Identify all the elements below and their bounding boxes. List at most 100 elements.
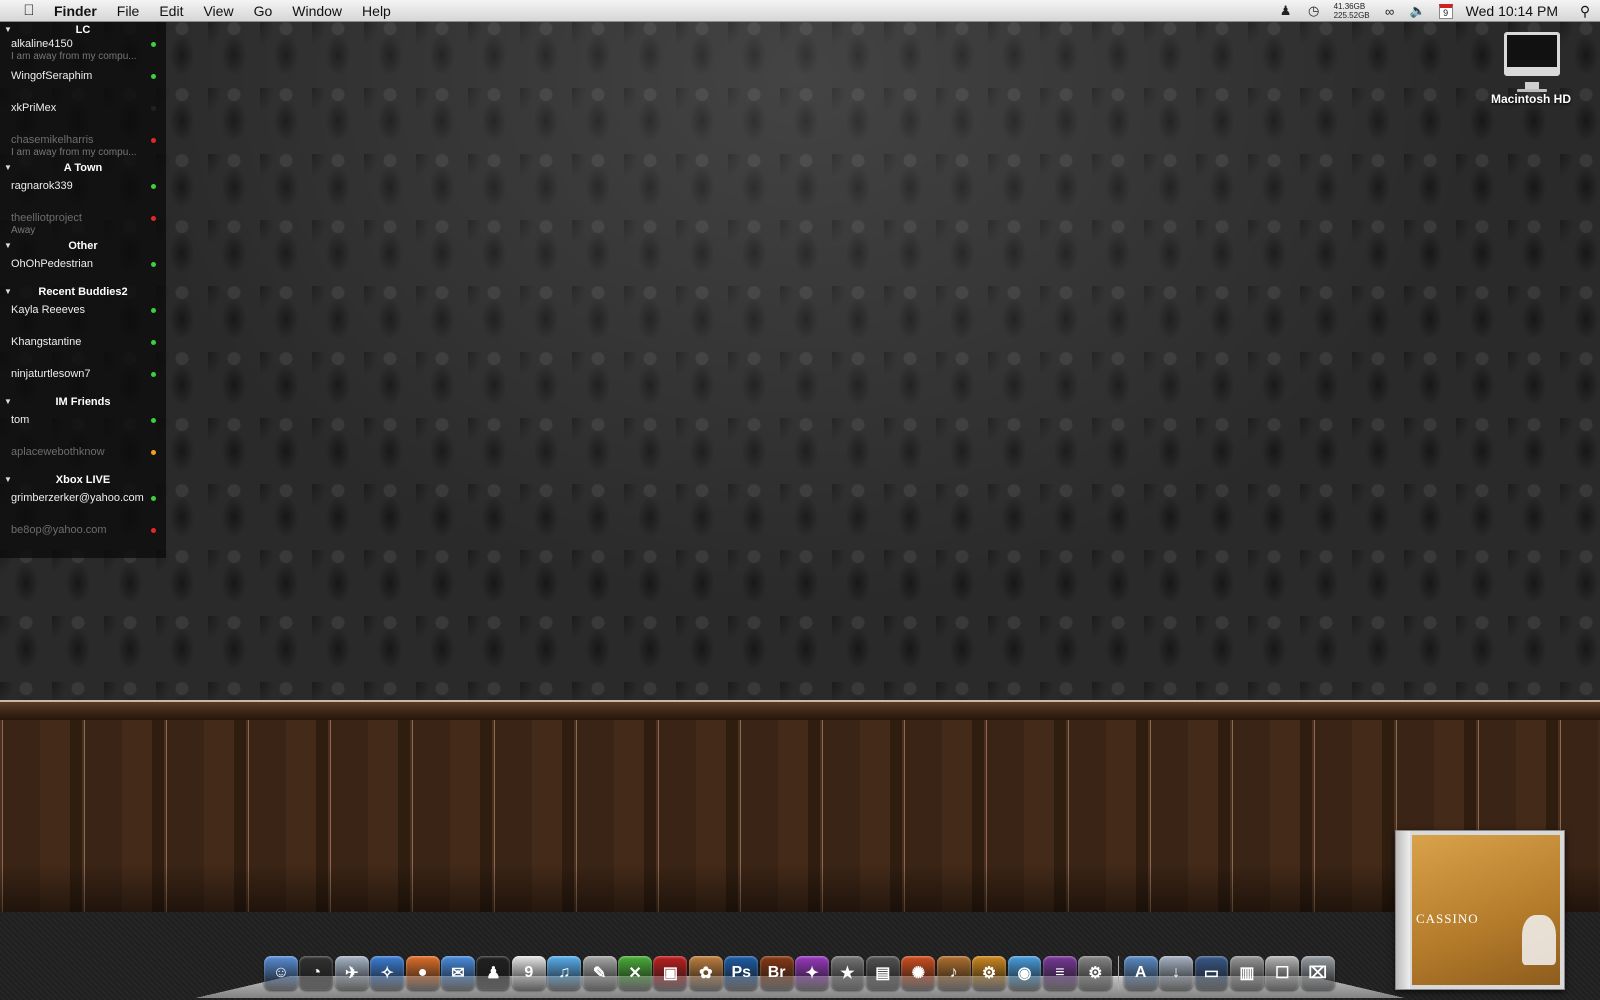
disclosure-triangle-icon[interactable]: ▼	[4, 160, 12, 176]
menu-finder[interactable]: Finder	[44, 0, 107, 22]
firefox-icon[interactable]: ●	[405, 956, 440, 990]
menu-edit[interactable]: Edit	[149, 0, 193, 22]
clapper-icon[interactable]: ▤	[865, 956, 900, 990]
finder-icon[interactable]: ☺	[264, 956, 298, 990]
disclosure-triangle-icon[interactable]: ▼	[4, 238, 12, 254]
buddy-name: theelliotproject	[11, 212, 82, 224]
ichat-glyph: ✉	[451, 965, 465, 982]
hard-drive-icon[interactable]: ▭	[1194, 956, 1229, 990]
garageband-glyph: ♪	[949, 964, 958, 981]
wallpaper-damask	[0, 22, 1600, 702]
buddy-name: OhOhPedestrian	[11, 258, 93, 270]
printer-icon[interactable]: ▥	[1229, 956, 1264, 990]
iphoto-icon[interactable]: ✿	[688, 956, 723, 990]
dashboard-icon[interactable]: ◔	[299, 956, 334, 990]
status-dot-icon	[151, 106, 156, 111]
network-icon[interactable]: ◉	[1007, 956, 1042, 990]
bridge-glyph: Br	[767, 964, 786, 981]
ubuntu-icon[interactable]: ✺	[901, 956, 936, 990]
status-dot-icon	[151, 496, 156, 501]
documents-icon[interactable]: ☐	[1265, 956, 1300, 990]
system-preferences-icon[interactable]: ⚙	[1078, 956, 1113, 990]
firefox-glyph: ●	[417, 964, 428, 981]
ichat-icon[interactable]: ✉	[441, 956, 475, 990]
album-art-widget[interactable]: CASSINO	[1395, 830, 1565, 990]
photobooth-icon[interactable]: ▣	[653, 956, 688, 990]
photobooth-glyph: ▣	[662, 965, 678, 982]
buddy-name: xkPriMex	[11, 102, 57, 114]
garageband-icon[interactable]: ♪	[936, 956, 971, 990]
ical-icon[interactable]: 9	[511, 956, 546, 990]
dock-separator[interactable]	[1114, 956, 1124, 990]
buddy-group-header[interactable]: ▼ Xbox LIVE	[0, 472, 166, 488]
hard-drive-glyph: ▭	[1203, 965, 1220, 982]
ical-glyph: 9	[524, 964, 534, 981]
calendar-day: 9	[1438, 3, 1453, 19]
bridge-icon[interactable]: Br	[759, 956, 794, 990]
album-title: CASSINO	[1416, 911, 1479, 926]
buddy-group-label: Xbox LIVE	[55, 474, 111, 486]
disclosure-triangle-icon[interactable]: ▼	[4, 22, 12, 38]
buddy-name: WingofSeraphim	[11, 70, 93, 82]
status-dot-icon	[151, 450, 156, 455]
dvd-player-icon[interactable]: ≡	[1042, 956, 1077, 990]
disclosure-triangle-icon[interactable]: ▼	[4, 284, 12, 300]
disclosure-triangle-icon[interactable]: ▼	[4, 394, 12, 410]
wifi-icon[interactable]: ∞	[1376, 0, 1404, 22]
script-icon[interactable]: ✎	[582, 956, 617, 990]
spotlight-search-icon[interactable]: ⚲	[1570, 3, 1600, 20]
buddy-status-message: I am away from my compu...	[11, 51, 137, 62]
adium-icon[interactable]: ♟	[476, 956, 511, 990]
disk-usage-stats[interactable]: 41.36GB 225.52GB	[1328, 2, 1376, 20]
iphoto-glyph: ✿	[699, 965, 713, 982]
buddy-group-header[interactable]: ▼ Recent Buddies2	[0, 284, 166, 300]
gear-icon[interactable]: ⚙	[972, 956, 1007, 990]
itunes-icon[interactable]: ♫	[547, 956, 582, 990]
time-machine-icon[interactable]: ◷	[1300, 0, 1328, 22]
buddy-name: Khangstantine	[11, 336, 82, 348]
album-cover-figure	[1522, 915, 1556, 965]
photoshop-icon[interactable]: Ps	[724, 956, 759, 990]
menu-go[interactable]: Go	[244, 0, 283, 22]
buddy-status-message: I am away from my compu...	[11, 147, 137, 158]
adium-status-icon[interactable]: ♟	[1272, 0, 1300, 22]
xbox-icon[interactable]: ✕	[618, 956, 652, 990]
status-dot-icon	[151, 308, 156, 313]
buddy-list-window: ▼ LC alkaline4150 I am away from my compu..…	[0, 22, 166, 558]
buddy-name: Kayla Reeeves	[11, 304, 85, 316]
buddy-status-message: Away	[11, 225, 36, 236]
status-dot-icon	[151, 340, 156, 345]
menu-clock[interactable]: Wed 10:14 PM	[1460, 3, 1570, 19]
colorful-app-icon[interactable]: ✦	[795, 956, 829, 990]
status-dot-icon	[151, 138, 156, 143]
safari-icon[interactable]: ✧	[370, 956, 405, 990]
calendar-icon[interactable]: 9	[1432, 0, 1460, 22]
menu-view[interactable]: View	[193, 0, 243, 22]
applications-folder-icon[interactable]: A	[1123, 956, 1158, 990]
adium-glyph: ♟	[486, 965, 501, 982]
buddy-group-header[interactable]: ▼ A Town	[0, 160, 166, 176]
menu-help[interactable]: Help	[352, 0, 401, 22]
menu-file[interactable]: File	[107, 0, 150, 22]
mail-icon[interactable]: ✈	[334, 956, 369, 990]
dvd-player-glyph: ≡	[1055, 964, 1065, 981]
apple-logo-icon[interactable]: 	[14, 2, 44, 19]
trash-icon[interactable]: ⌧	[1300, 956, 1335, 990]
imovie-icon[interactable]: ★	[830, 956, 865, 990]
buddy-group-header[interactable]: ▼ Other	[0, 238, 166, 254]
menu-window[interactable]: Window	[282, 0, 352, 22]
macintosh-hd-icon[interactable]: Macintosh HD	[1484, 28, 1578, 108]
disclosure-triangle-icon[interactable]: ▼	[4, 472, 12, 488]
downloads-folder-icon[interactable]: ↓	[1159, 956, 1194, 990]
disk-free: 41.36GB	[1333, 2, 1366, 11]
itunes-glyph: ♫	[558, 964, 571, 981]
status-dot-icon	[151, 42, 156, 47]
buddy-group-header[interactable]: ▼ LC	[0, 22, 166, 38]
buddy-name: be8op@yahoo.com	[11, 524, 107, 536]
volume-icon[interactable]: 🔈	[1404, 0, 1432, 22]
documents-glyph: ☐	[1275, 965, 1290, 982]
buddy-name: alkaline4150	[11, 38, 73, 50]
buddy-group-header[interactable]: ▼ IM Friends	[0, 394, 166, 410]
status-dot-icon	[151, 418, 156, 423]
buddy-group-label: Recent Buddies2	[38, 286, 128, 298]
